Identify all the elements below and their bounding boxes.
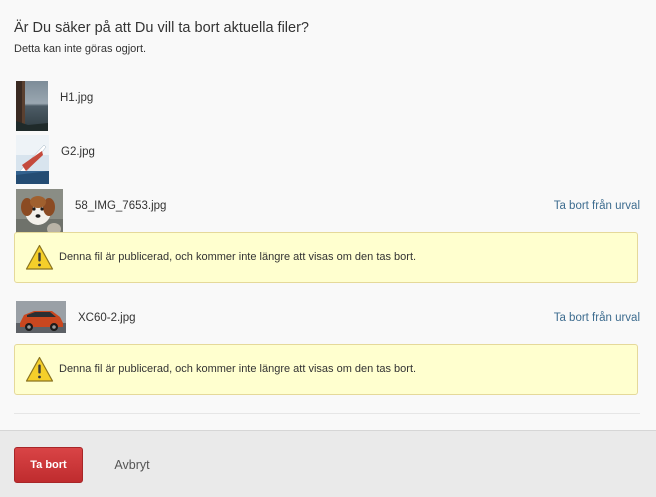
- divider: [14, 413, 640, 414]
- car-icon: [16, 301, 66, 333]
- warning-text: Denna fil är publicerad, och kommer inte…: [59, 251, 417, 263]
- image-thumbnail: [16, 301, 66, 333]
- remove-from-selection-link[interactable]: Ta bort från urval: [554, 200, 640, 212]
- image-thumbnail: [16, 81, 48, 131]
- dialog-subtitle: Detta kan inte göras ogjort.: [14, 43, 147, 55]
- cancel-button[interactable]: Avbryt: [101, 447, 163, 483]
- file-name: H1.jpg: [60, 92, 94, 104]
- published-warning: Denna fil är publicerad, och kommer inte…: [14, 232, 638, 283]
- remove-from-selection-link[interactable]: Ta bort från urval: [554, 312, 640, 324]
- image-thumbnail: [16, 189, 63, 237]
- puppy-icon: [16, 189, 63, 237]
- file-name: G2.jpg: [61, 146, 95, 158]
- published-warning: Denna fil är publicerad, och kommer inte…: [14, 344, 638, 395]
- sea-landscape-icon: [16, 81, 48, 131]
- dialog-body: Är Du säker på att Du vill ta bort aktue…: [0, 0, 656, 430]
- delete-button[interactable]: Ta bort: [14, 447, 83, 483]
- file-name: XC60-2.jpg: [78, 312, 136, 324]
- file-name: 58_IMG_7653.jpg: [75, 200, 167, 212]
- sailboat-icon: [16, 135, 49, 184]
- warning-text: Denna fil är publicerad, och kommer inte…: [59, 363, 417, 375]
- dialog-footer: Ta bort Avbryt: [0, 430, 656, 497]
- dialog-title: Är Du säker på att Du vill ta bort aktue…: [14, 20, 309, 36]
- image-thumbnail: [16, 135, 49, 184]
- warning-triangle-icon: [25, 356, 54, 382]
- warning-triangle-icon: [25, 244, 54, 270]
